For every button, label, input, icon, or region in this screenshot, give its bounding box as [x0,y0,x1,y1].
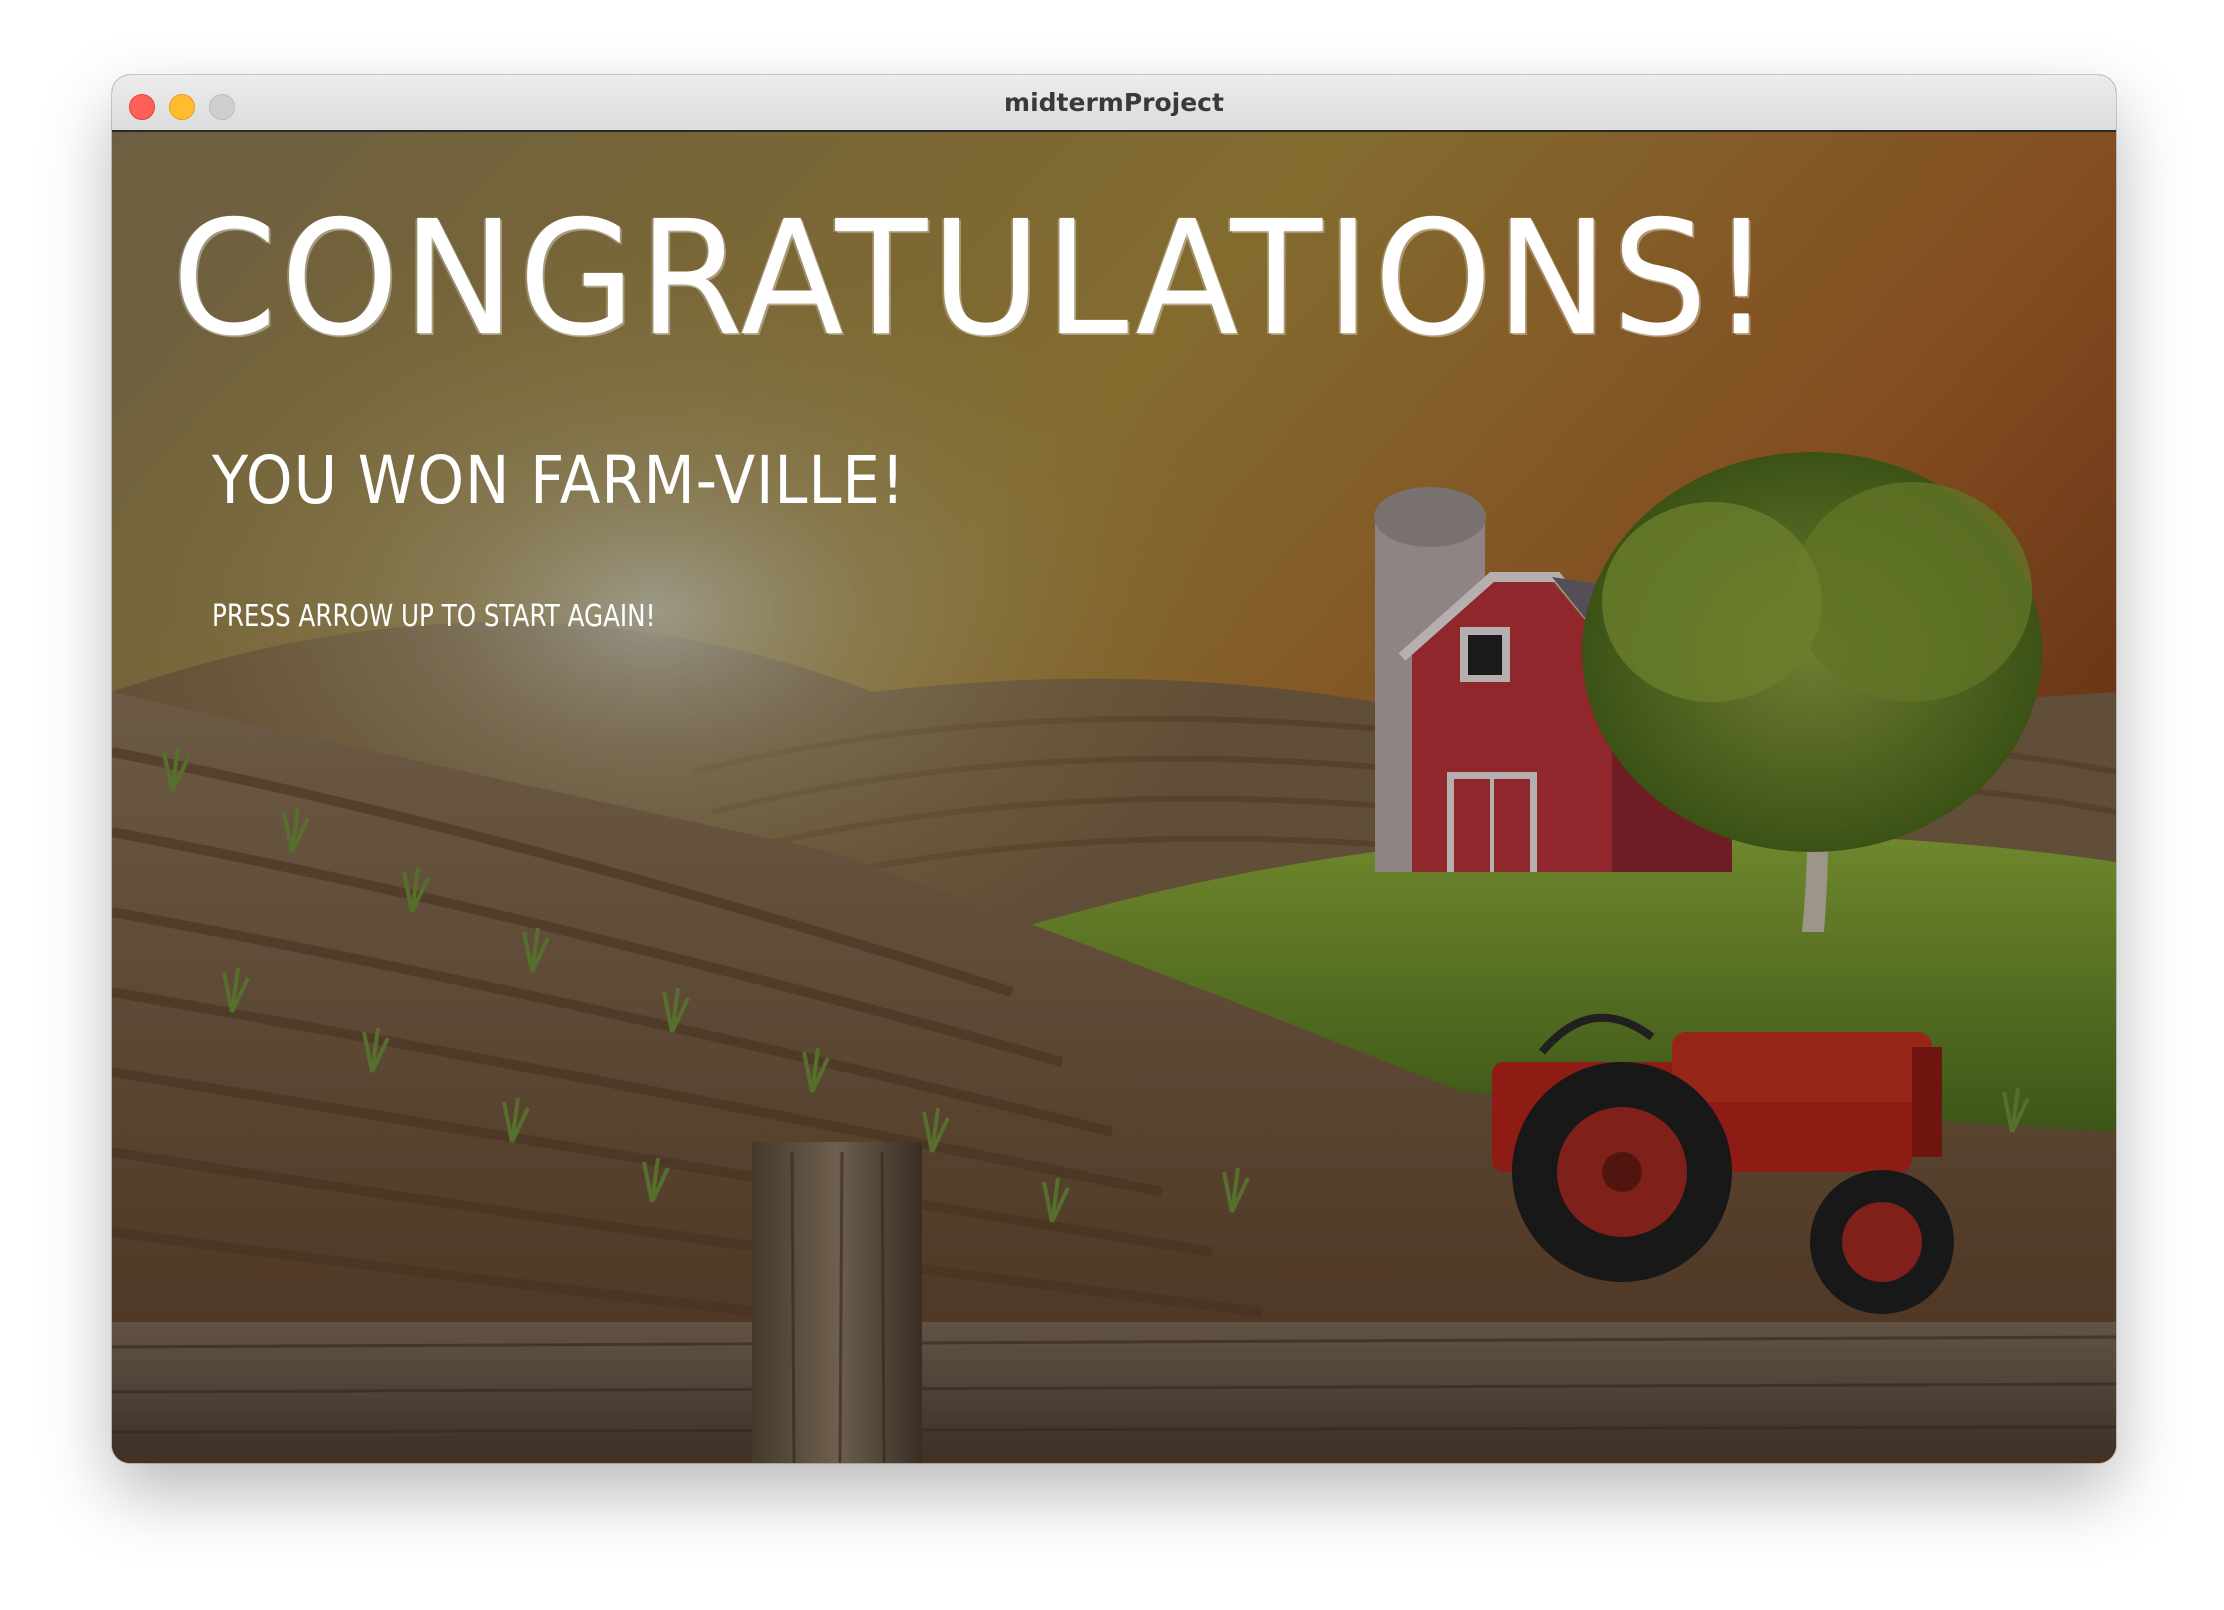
win-message: YOU WON FARM-VILLE! [212,442,906,519]
game-canvas[interactable]: CONGRATULATIONS! YOU WON FARM-VILLE! PRE… [112,132,2116,1463]
restart-instruction: PRESS ARROW UP TO START AGAIN! [212,599,656,634]
title-bar[interactable]: midtermProject [112,75,2116,132]
window-title: midtermProject [1004,88,1224,117]
app-window: midtermProject CONGRATULATIONS! YOU WON … [112,75,2116,1463]
congratulations-heading: CONGRATULATIONS! [172,187,1776,371]
